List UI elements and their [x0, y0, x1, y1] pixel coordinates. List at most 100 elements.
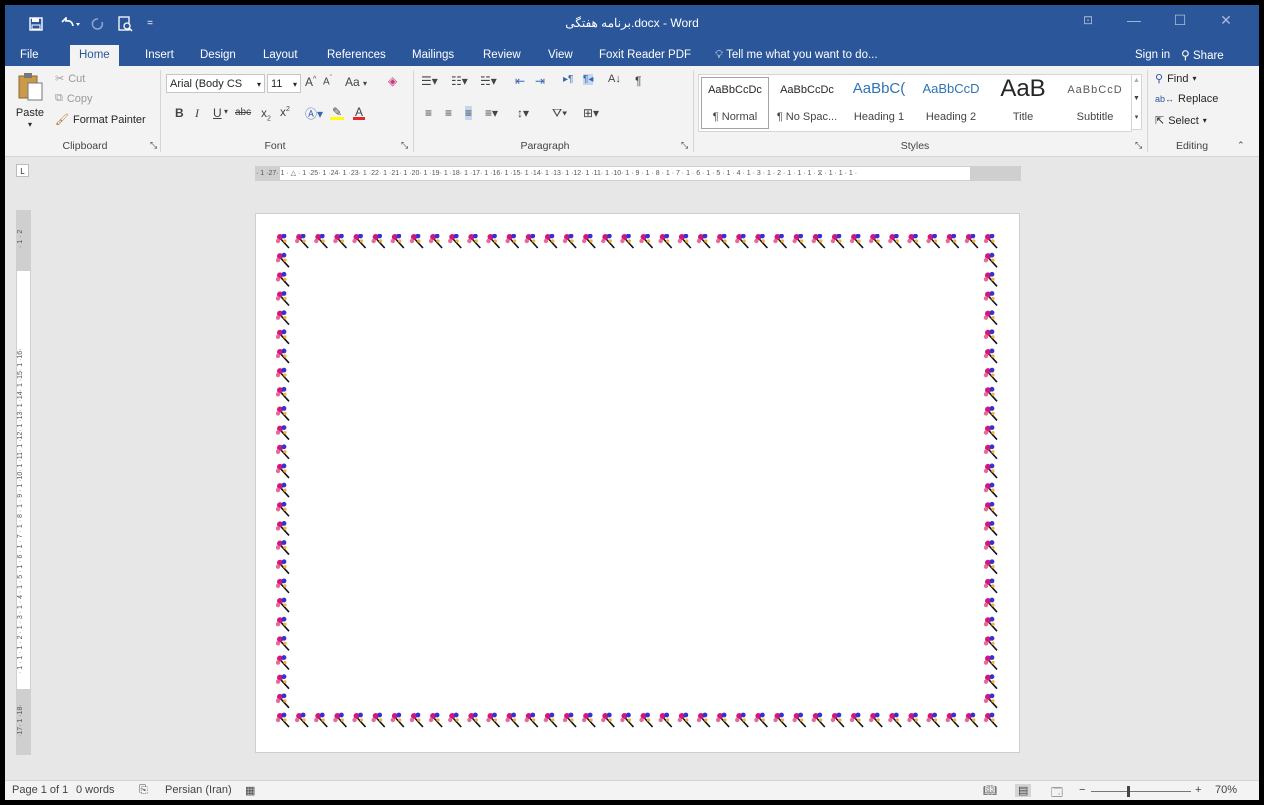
align-center-icon[interactable]: ≡ — [445, 106, 452, 120]
close-icon[interactable]: ✕ — [1203, 5, 1249, 35]
border-ornament — [276, 443, 290, 460]
style-heading-2[interactable]: AaBbCcD Heading 2 — [915, 75, 987, 131]
tab-mailings[interactable]: Mailings — [403, 45, 463, 66]
sort-icon[interactable]: A↓ — [608, 73, 621, 85]
italic-icon[interactable]: I — [195, 106, 199, 121]
zoom-level[interactable]: 70% — [1215, 784, 1237, 796]
select-button[interactable]: ⇱ Select ▾ — [1155, 114, 1207, 128]
justify-icon[interactable]: ≡▾ — [485, 106, 498, 120]
style-title[interactable]: AaB Title — [987, 75, 1059, 131]
border-ornament — [982, 405, 998, 422]
language[interactable]: Persian (Iran) — [165, 784, 232, 796]
bold-icon[interactable]: B — [175, 106, 184, 120]
align-right-icon[interactable]: ≡ — [465, 106, 473, 120]
chevron-down-icon[interactable]: ▾ — [224, 107, 228, 116]
border-ornament — [408, 711, 424, 728]
line-spacing-icon[interactable]: ↕▾ — [517, 106, 529, 120]
font-launcher-icon[interactable]: ⤡ — [401, 140, 408, 151]
font-name-combo[interactable]: Arial (Body CS ▾ — [166, 74, 265, 93]
copy-button[interactable]: ⧉ Copy — [55, 92, 93, 105]
chevron-up-icon[interactable]: ▲ — [1132, 77, 1141, 84]
sign-in-link[interactable]: Sign in — [1135, 45, 1170, 66]
horizontal-ruler[interactable]: · 1 ·27· 1 · △ · 1 ·25· 1 ·24· 1 ·23· 1 … — [255, 166, 1021, 181]
proofing-icon[interactable]: ⎘ — [139, 784, 148, 797]
ltr-direction-icon[interactable]: ▸¶ — [563, 74, 573, 85]
style-subtitle[interactable]: AaBbCcD Subtitle — [1059, 75, 1131, 131]
tab-view[interactable]: View — [539, 45, 582, 66]
share-button[interactable]: ⚲ Share — [1181, 45, 1224, 66]
border-ornament — [276, 462, 290, 479]
separator — [693, 70, 694, 152]
show-formatting-marks-icon[interactable]: ¶ — [635, 74, 641, 88]
zoom-thumb[interactable] — [1127, 786, 1130, 797]
border-ornament — [408, 234, 424, 249]
bullets-icon[interactable]: ☰▾ — [421, 74, 438, 88]
change-case-button[interactable]: Aa ▾ — [345, 75, 367, 89]
tab-home[interactable]: Home — [70, 45, 119, 66]
ribbon-display-options-icon[interactable]: ⊡ — [1065, 5, 1111, 35]
superscript-icon[interactable]: x2 — [280, 105, 290, 119]
tab-foxit-reader-pdf[interactable]: Foxit Reader PDF — [590, 45, 700, 66]
vertical-scrollbar[interactable] — [1245, 183, 1259, 780]
font-color-icon[interactable]: A — [353, 105, 365, 120]
highlight-color-icon[interactable]: ✎ — [330, 105, 344, 120]
paragraph-launcher-icon[interactable]: ⤡ — [681, 140, 688, 151]
ruler-ticks: · 1 ·27· 1 · △ · 1 ·25· 1 ·24· 1 ·23· 1 … — [256, 170, 858, 177]
chevron-down-icon[interactable]: ▼ — [1132, 95, 1141, 102]
vertical-ruler[interactable]: · 1 · 2 · 1 · 1 · 1 · 2 · 1 · 3 · 1 · 4 … — [16, 210, 31, 755]
collapse-ribbon-icon[interactable]: ⌃ — [1237, 140, 1245, 151]
tab-design[interactable]: Design — [191, 45, 245, 66]
border-ornament — [982, 692, 998, 709]
word-count[interactable]: 0 words — [76, 784, 115, 796]
tab-selector-icon[interactable]: L — [16, 164, 29, 177]
page-count[interactable]: Page 1 of 1 — [12, 784, 68, 796]
tab-references[interactable]: References — [318, 45, 395, 66]
tab-insert[interactable]: Insert — [136, 45, 183, 66]
paintbrush-icon: 🖌︎ — [55, 114, 69, 126]
strikethrough-icon[interactable]: abc — [235, 107, 251, 118]
multilevel-list-icon[interactable]: ☵▾ — [480, 74, 497, 88]
styles-launcher-icon[interactable]: ⤡ — [1135, 140, 1142, 151]
font-size-combo[interactable]: 11 ▾ — [267, 74, 301, 93]
decrease-indent-icon[interactable]: ⇤ — [515, 74, 525, 88]
underline-icon[interactable]: U — [213, 106, 222, 120]
read-mode-icon[interactable]: 📖︎ — [983, 784, 997, 797]
find-button[interactable]: ⚲ Find ▾ — [1155, 72, 1196, 86]
style-no-spacing[interactable]: AaBbCcDc ¶ No Spac... — [771, 75, 843, 131]
border-ornament — [772, 234, 788, 249]
subscript-icon[interactable]: x2 — [261, 106, 271, 122]
shading-icon[interactable]: ⛛▾ — [552, 106, 567, 121]
print-layout-icon[interactable]: ▤ — [1015, 784, 1032, 797]
maximize-icon[interactable]: ☐ — [1157, 5, 1203, 35]
replace-button[interactable]: ab↔ Replace — [1155, 93, 1218, 105]
rtl-direction-icon[interactable]: ¶◂ — [583, 74, 594, 85]
increase-indent-icon[interactable]: ⇥ — [535, 74, 545, 88]
style-name: Title — [1012, 111, 1034, 123]
zoom-slider[interactable] — [1091, 786, 1191, 797]
macro-record-icon[interactable]: ▦ — [245, 784, 255, 797]
zoom-in-icon[interactable]: + — [1195, 784, 1201, 796]
clipboard-launcher-icon[interactable]: ⤡ — [150, 140, 157, 151]
zoom-out-icon[interactable]: − — [1079, 784, 1085, 796]
paste-button[interactable]: Paste ▾ — [13, 72, 47, 132]
borders-icon[interactable]: ⊞▾ — [583, 106, 599, 120]
grow-font-icon[interactable]: A^ — [305, 75, 316, 89]
cut-button[interactable]: ✂ Cut — [55, 72, 85, 86]
style-normal[interactable]: AaBbCcDc ¶ Normal — [699, 75, 771, 131]
more-styles-icon[interactable]: ▾ — [1132, 113, 1141, 121]
style-heading-1[interactable]: AaBbC( Heading 1 — [843, 75, 915, 131]
shrink-font-icon[interactable]: Aˇ — [323, 75, 332, 87]
tab-file[interactable]: File — [11, 45, 48, 66]
tab-layout[interactable]: Layout — [254, 45, 307, 66]
tell-me-box[interactable]: 💡︎ Tell me what you want to do... — [715, 45, 878, 66]
styles-scroll: ▲ ▼ ▾ — [1131, 74, 1142, 130]
numbering-icon[interactable]: ☷▾ — [451, 74, 468, 88]
minimize-icon[interactable]: — — [1111, 5, 1157, 35]
text-effects-icon[interactable]: Ⓐ▾ — [305, 105, 323, 122]
clear-formatting-icon[interactable]: ◈ — [388, 74, 397, 88]
tab-review[interactable]: Review — [474, 45, 530, 66]
web-layout-icon[interactable]: 🗔︎ — [1051, 784, 1063, 800]
document-page[interactable] — [255, 213, 1020, 753]
format-painter-button[interactable]: 🖌︎ Format Painter — [55, 113, 146, 127]
align-left-icon[interactable]: ≡ — [425, 106, 432, 120]
